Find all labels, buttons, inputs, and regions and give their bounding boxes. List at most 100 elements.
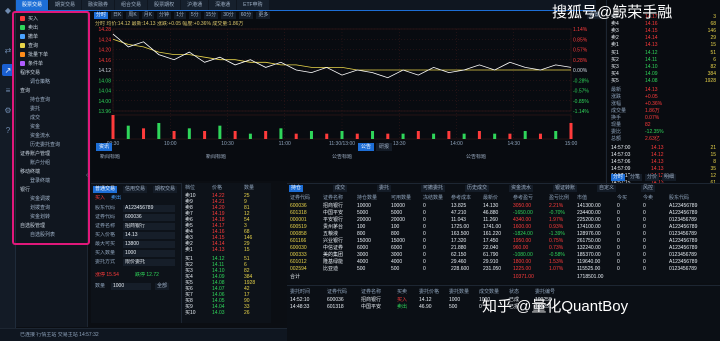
chart-period-button[interactable]: 日K bbox=[111, 12, 124, 19]
book-price[interactable]: 14.13 bbox=[212, 247, 225, 254]
positions-tab[interactable]: 银证转账 bbox=[553, 185, 578, 192]
menu-item[interactable]: 条件单 bbox=[20, 61, 43, 68]
chart-period-button[interactable]: 1分 bbox=[174, 12, 186, 19]
positions-tab[interactable]: 可撤委托 bbox=[421, 185, 446, 192]
positions-cell[interactable]: 600036 bbox=[290, 203, 307, 210]
positions-tab[interactable]: 资金流水 bbox=[509, 185, 534, 192]
news-icon[interactable]: ≡ bbox=[2, 84, 14, 96]
menu-item[interactable]: 历史委托查询 bbox=[30, 142, 60, 149]
tab-options[interactable]: 股票期权 bbox=[148, 0, 181, 10]
chart-period-button[interactable]: 分钟 bbox=[157, 12, 172, 19]
chart-period-button[interactable]: 15分 bbox=[203, 12, 219, 19]
menu-item[interactable]: 成交 bbox=[30, 115, 40, 122]
chart-period-button[interactable]: 60分 bbox=[238, 12, 254, 19]
positions-cell[interactable]: 平安银行 bbox=[323, 217, 343, 224]
help-icon[interactable]: ? bbox=[2, 124, 14, 136]
menu-item[interactable]: 资金流水 bbox=[30, 133, 50, 140]
tab-futures[interactable]: 期货交易 bbox=[49, 0, 82, 10]
positions-cell[interactable]: 兴业银行 bbox=[323, 238, 343, 245]
menu-item[interactable]: 批量下单 bbox=[20, 52, 48, 59]
menu-item[interactable]: 撤单 bbox=[20, 34, 38, 41]
market-icon[interactable]: ↗ bbox=[2, 64, 14, 76]
tab-margin[interactable]: 融资融券 bbox=[82, 0, 115, 10]
positions-cell[interactable]: 000858 bbox=[290, 231, 307, 238]
positions-tab[interactable]: 成交 bbox=[333, 185, 348, 192]
order-mode-tab[interactable]: 期权交易 bbox=[153, 186, 178, 193]
menu-item[interactable]: 持仓查询 bbox=[30, 97, 50, 104]
positions-cell[interactable]: 中信证券 bbox=[323, 245, 343, 252]
positions-cell[interactable]: 000333 bbox=[290, 252, 307, 259]
menu-item[interactable]: 自选股管理 bbox=[20, 223, 45, 230]
order-mode-tab[interactable]: 信用交易 bbox=[123, 186, 148, 193]
positions-tab[interactable]: 风控 bbox=[641, 185, 656, 192]
tab-etf[interactable]: ETF申购 bbox=[237, 0, 269, 10]
chart-period-button[interactable]: 5分 bbox=[188, 12, 201, 19]
positions-cell[interactable]: 美的集团 bbox=[323, 252, 343, 259]
positions-cell[interactable]: 隆基绿能 bbox=[323, 259, 343, 266]
tab-stock-trade[interactable]: 股票交易 bbox=[16, 0, 49, 10]
positions-cell[interactable]: 招商银行 bbox=[323, 203, 343, 210]
order-field-value[interactable]: 13800 bbox=[123, 241, 175, 248]
chart-period-button[interactable]: 月K bbox=[141, 12, 155, 19]
all-button[interactable]: 全部 bbox=[155, 283, 170, 290]
menu-item[interactable]: 买入 bbox=[20, 16, 38, 23]
positions-cell[interactable]: 600519 bbox=[290, 224, 307, 231]
positions-cell[interactable]: 601012 bbox=[290, 259, 307, 266]
order-field-value[interactable]: 限价委托 bbox=[123, 259, 175, 266]
tab-sz-hk[interactable]: 深港通 bbox=[209, 0, 237, 10]
menu-item[interactable]: 资金调拨 bbox=[30, 196, 50, 203]
collapse-arrow-icon[interactable]: ‹ bbox=[84, 168, 90, 184]
order-side-tab[interactable]: 买入 bbox=[95, 195, 105, 202]
positions-cell[interactable]: 五粮液 bbox=[323, 231, 338, 238]
order-mode-tab[interactable]: 普通交易 bbox=[93, 186, 118, 193]
menu-item[interactable]: 程序交易 bbox=[20, 70, 40, 77]
positions-cell[interactable]: 600030 bbox=[290, 245, 307, 252]
chart-period-button[interactable]: 30分 bbox=[221, 12, 236, 19]
menu-item[interactable]: 查询 bbox=[20, 88, 30, 95]
news-tab-info[interactable]: 资讯 bbox=[96, 143, 113, 151]
positions-cell[interactable]: 贵州茅台 bbox=[323, 224, 343, 231]
order-field-value[interactable]: 600036 bbox=[123, 214, 175, 221]
gear-icon[interactable]: ⚙ bbox=[2, 104, 14, 116]
quote-tab[interactable]: 分笔 bbox=[628, 174, 643, 181]
positions-cell[interactable]: 中国平安 bbox=[323, 210, 343, 217]
menu-item[interactable]: 账户分组 bbox=[30, 160, 50, 167]
quote-tab[interactable]: 明细 bbox=[662, 174, 677, 181]
order-field-value[interactable]: A123456789 bbox=[123, 205, 175, 212]
menu-item[interactable]: 资金划转 bbox=[30, 214, 50, 221]
menu-item[interactable]: 委托 bbox=[30, 106, 40, 113]
qty-input[interactable]: 1000 bbox=[111, 283, 151, 290]
positions-tab[interactable]: 自定义 bbox=[597, 185, 617, 192]
menu-item[interactable]: 证券账户管理 bbox=[20, 151, 50, 158]
quote-tab[interactable]: 分价 bbox=[645, 174, 660, 181]
news-tab-research[interactable]: 研报 bbox=[376, 143, 393, 151]
menu-item[interactable]: 卖出 bbox=[20, 25, 38, 32]
menu-item[interactable]: 自选股列表 bbox=[30, 232, 55, 239]
chart-period-button[interactable]: 周K bbox=[126, 12, 139, 19]
news-tab-notice[interactable]: 公告 bbox=[358, 143, 375, 151]
book-price[interactable]: 14.03 bbox=[212, 310, 225, 317]
positions-cell[interactable]: 比亚迪 bbox=[323, 266, 338, 273]
order-side-tab[interactable]: 卖出 bbox=[111, 195, 121, 202]
positions-tab[interactable]: 委托 bbox=[377, 185, 392, 192]
menu-item[interactable]: 移动终端 bbox=[20, 169, 40, 176]
menu-item[interactable]: 银行 bbox=[20, 187, 30, 194]
order-field-value[interactable]: 招商银行 bbox=[123, 223, 175, 230]
chart-period-button[interactable]: 分时 bbox=[94, 12, 109, 19]
positions-cell[interactable]: 002594 bbox=[290, 266, 307, 273]
positions-tab[interactable]: 历史成交 bbox=[465, 185, 490, 192]
menu-item[interactable]: 资金 bbox=[30, 124, 40, 131]
menu-item[interactable]: 调仓策略 bbox=[30, 79, 50, 86]
trade-icon[interactable]: ⇄ bbox=[2, 44, 14, 56]
order-field-value[interactable]: 14.13 bbox=[123, 232, 175, 239]
quote-tab[interactable]: 分时 bbox=[611, 174, 626, 181]
positions-cell[interactable]: 601166 bbox=[290, 238, 306, 245]
menu-item[interactable]: 划拨查询 bbox=[30, 205, 50, 212]
chart-period-button[interactable]: 更多 bbox=[256, 12, 271, 19]
tab-portfolio[interactable]: 组合交易 bbox=[115, 0, 148, 10]
positions-cell[interactable]: 000001 bbox=[290, 217, 307, 224]
order-field-value[interactable]: 1000 bbox=[123, 250, 175, 257]
tab-sh-hk[interactable]: 沪港通 bbox=[181, 0, 209, 10]
menu-item[interactable]: 查询 bbox=[20, 43, 38, 50]
positions-tab[interactable]: 持仓 bbox=[289, 185, 304, 192]
